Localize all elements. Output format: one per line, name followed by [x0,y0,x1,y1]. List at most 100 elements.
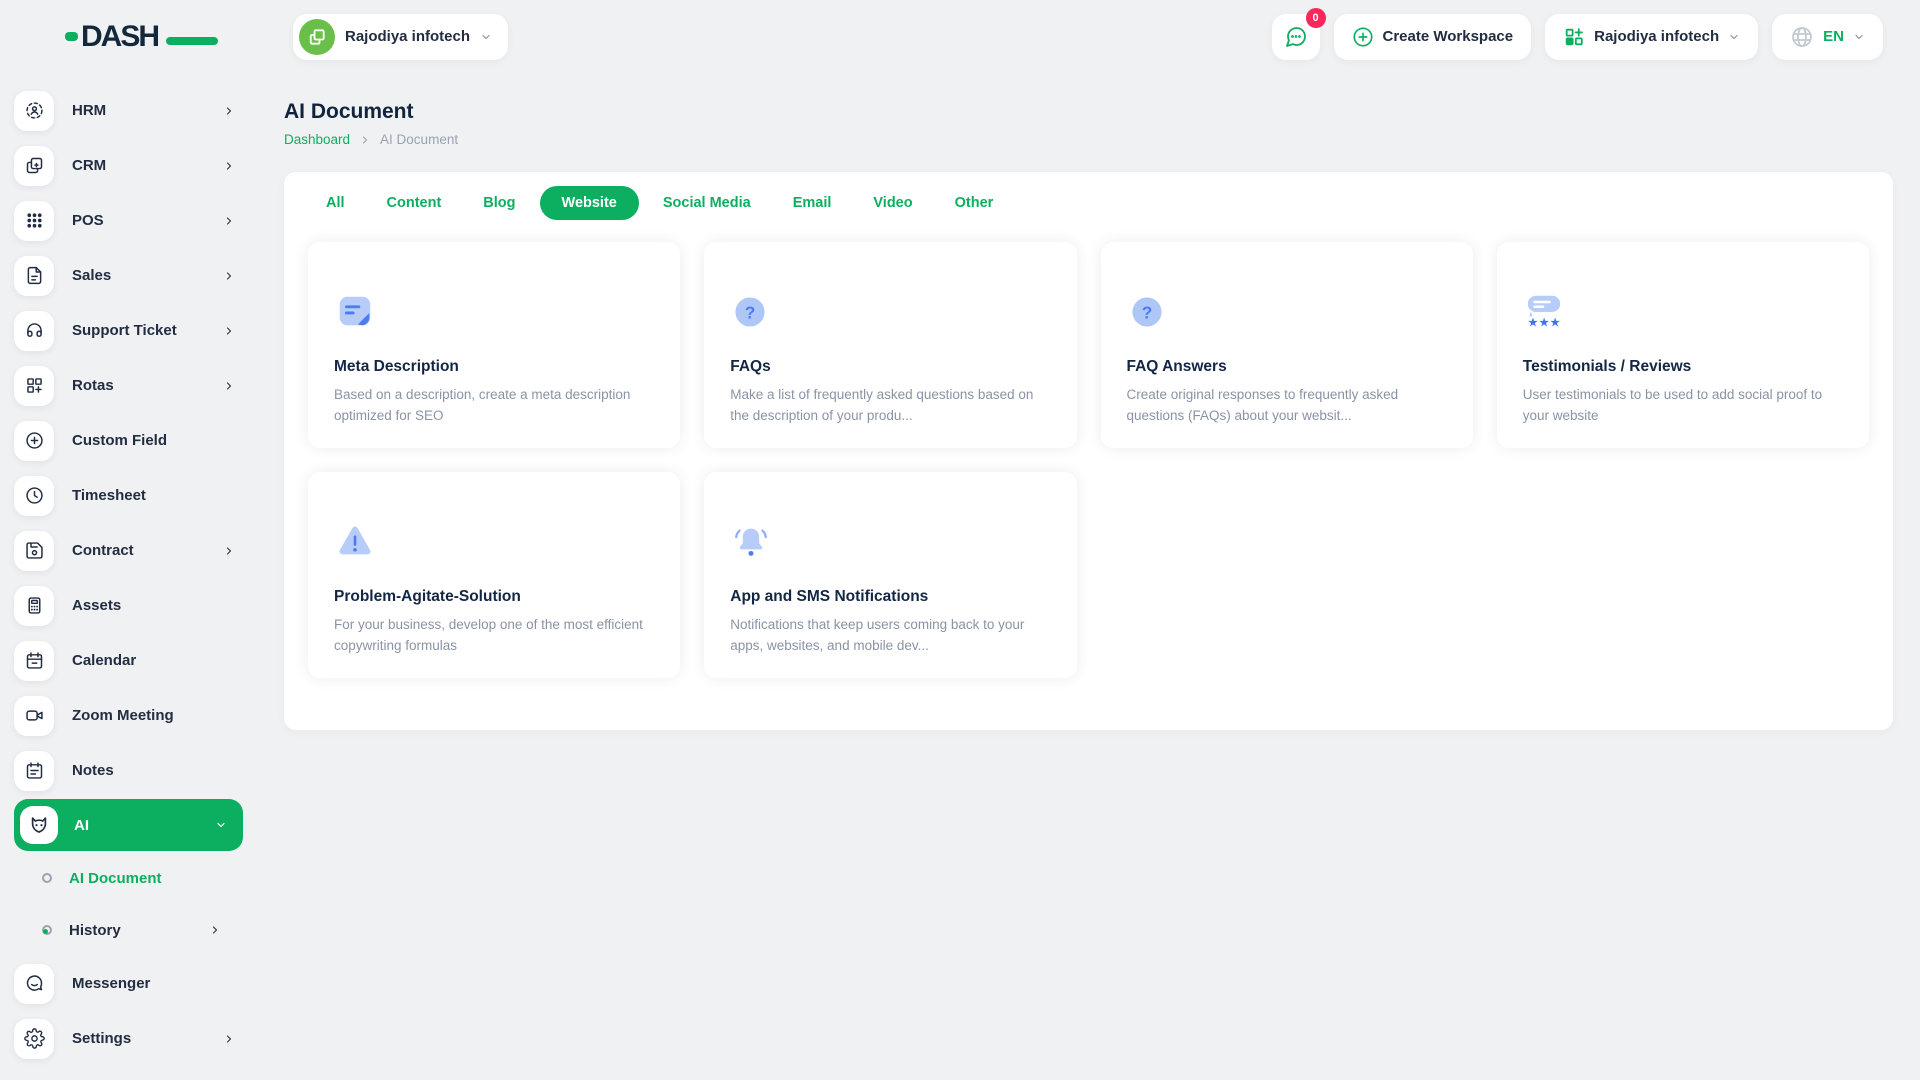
messages-button[interactable]: 0 [1272,14,1320,60]
fox-ai-icon [20,806,58,844]
note-edit-icon [334,292,654,332]
tab-email[interactable]: Email [775,186,850,220]
notification-badge: 0 [1306,8,1326,28]
sidebar-item-sales[interactable]: Sales [14,248,243,303]
card-description: User testimonials to be used to add soci… [1523,385,1843,427]
chevron-down-icon [1728,31,1740,43]
tab-content[interactable]: Content [369,186,460,220]
top-header: DASH Rajodiya infotech 0 Create Workspac… [0,0,1920,73]
sidebar-item-label: HRM [72,102,106,119]
sidebar-nav: HRM CRM POS Sales [0,73,257,1080]
account-menu-button[interactable]: Rajodiya infotech [1545,14,1758,60]
card-testimonials-reviews[interactable]: ★★★ Testimonials / Reviews User testimon… [1497,242,1869,448]
bell-icon [730,522,1050,562]
review-stars-icon: ★★★ [1523,292,1843,332]
sidebar-item-ai[interactable]: AI [14,799,243,851]
sidebar-item-label: Messenger [72,975,150,992]
chevron-down-icon [480,31,492,43]
card-title: FAQs [730,358,1050,376]
chevron-right-icon [359,134,371,146]
chevron-down-icon [215,819,227,831]
ai-document-panel: All Content Blog Website Social Media Em… [284,172,1893,730]
tab-all[interactable]: All [308,186,363,220]
chevron-right-icon [223,380,235,392]
sidebar-item-assets[interactable]: Assets [14,578,243,633]
sidebar-item-custom-field[interactable]: Custom Field [14,413,243,468]
workspace-switcher[interactable]: Rajodiya infotech [293,14,508,60]
sidebar-item-label: AI [74,817,89,834]
note-calendar-icon [14,751,54,791]
language-selector[interactable]: EN [1772,14,1883,60]
sidebar-item-label: Notes [72,762,114,779]
chevron-right-icon [223,160,235,172]
sidebar-item-support-ticket[interactable]: Support Ticket [14,303,243,358]
sidebar-item-crm[interactable]: CRM [14,138,243,193]
question-circle-icon: ? [730,292,1050,332]
tab-social-media[interactable]: Social Media [645,186,769,220]
svg-text:?: ? [1141,302,1152,322]
chevron-right-icon [223,215,235,227]
svg-text:★★★: ★★★ [1527,315,1560,329]
sidebar-item-hrm[interactable]: HRM [14,83,243,138]
sidebar-item-messenger[interactable]: Messenger [14,956,243,1011]
sidebar-item-zoom-meeting[interactable]: Zoom Meeting [14,688,243,743]
logo-text: DASH [81,22,158,52]
sidebar-item-label: Custom Field [72,432,167,449]
grid-plus-icon [1563,26,1585,48]
sidebar-item-contract[interactable]: Contract [14,523,243,578]
dots-grid-icon [14,201,54,241]
chevron-right-icon [209,924,221,936]
card-title: App and SMS Notifications [730,588,1050,606]
tab-website[interactable]: Website [540,186,639,220]
headphones-icon [14,311,54,351]
category-tabs: All Content Blog Website Social Media Em… [308,186,1869,220]
card-description: Notifications that keep users coming bac… [730,615,1050,657]
dash-logo[interactable]: DASH [65,22,190,52]
sidebar-subitem-label: History [69,922,121,939]
logo-dash-accent [65,32,78,41]
chevron-down-icon [1853,31,1865,43]
chat-bubble-icon [14,964,54,1004]
card-faqs[interactable]: ? FAQs Make a list of frequently asked q… [704,242,1076,448]
tab-video[interactable]: Video [855,186,930,220]
card-meta-description[interactable]: Meta Description Based on a description,… [308,242,680,448]
card-app-sms-notifications[interactable]: App and SMS Notifications Notifications … [704,472,1076,678]
svg-text:?: ? [745,302,756,322]
sidebar-item-label: CRM [72,157,106,174]
card-faq-answers[interactable]: ? FAQ Answers Create original responses … [1101,242,1473,448]
card-title: FAQ Answers [1127,358,1447,376]
card-problem-agitate-solution[interactable]: Problem-Agitate-Solution For your busine… [308,472,680,678]
sidebar-subitem-history[interactable]: History [14,904,243,956]
sidebar-item-label: Contract [72,542,134,559]
sidebar-item-settings[interactable]: Settings [14,1011,243,1066]
chevron-right-icon [223,545,235,557]
breadcrumb-current: AI Document [380,132,458,147]
sidebar-subitem-label: AI Document [69,870,162,887]
tab-blog[interactable]: Blog [465,186,533,220]
sidebar-item-timesheet[interactable]: Timesheet [14,468,243,523]
plus-circle-icon [14,421,54,461]
chat-notification-icon [1284,25,1308,49]
chevron-right-icon [223,325,235,337]
create-workspace-button[interactable]: Create Workspace [1334,14,1532,60]
sidebar-item-label: Assets [72,597,121,614]
sidebar-item-notes[interactable]: Notes [14,743,243,798]
tab-other[interactable]: Other [937,186,1012,220]
logo-green-bar [166,37,218,45]
sidebar-item-pos[interactable]: POS [14,193,243,248]
chevron-right-icon [223,270,235,282]
sidebar-item-rotas[interactable]: Rotas [14,358,243,413]
breadcrumb: Dashboard AI Document [284,132,1893,147]
save-icon [14,531,54,571]
sidebar-item-label: POS [72,212,104,229]
overlap-squares-icon [307,27,327,47]
chevron-right-icon [223,105,235,117]
card-description: Create original responses to frequently … [1127,385,1447,427]
breadcrumb-dashboard-link[interactable]: Dashboard [284,132,350,147]
sidebar-item-calendar[interactable]: Calendar [14,633,243,688]
account-name: Rajodiya infotech [1594,28,1719,45]
sidebar-subitem-ai-document[interactable]: AI Document [14,852,243,904]
card-description: Make a list of frequently asked question… [730,385,1050,427]
sidebar-item-label: Zoom Meeting [72,707,174,724]
sidebar-item-label: Calendar [72,652,136,669]
